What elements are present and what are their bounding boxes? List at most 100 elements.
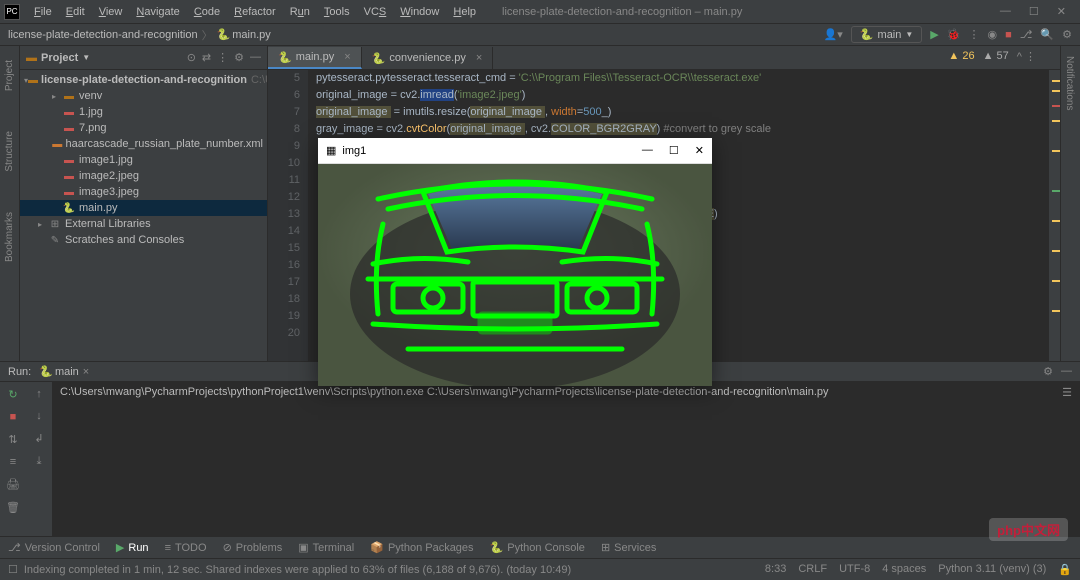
app-logo: PC	[4, 4, 20, 20]
lock-icon[interactable]: 🔒	[1058, 563, 1072, 576]
tree-root[interactable]: ▾▬ license-plate-detection-and-recogniti…	[20, 72, 267, 88]
run-tool-window: Run: 🐍 main × ⚙ — ↻ ■ ⇅ ≡ 🖨 🗑 ↑ ↓ ↲ ⤓	[0, 361, 1080, 536]
expand-icon[interactable]: ⇄	[202, 51, 211, 64]
minimize-icon[interactable]: —	[1000, 5, 1011, 18]
window-title: license-plate-detection-and-recognition …	[502, 6, 742, 18]
breadcrumb-root[interactable]: license-plate-detection-and-recognition	[8, 29, 198, 41]
popup-maximize-icon[interactable]: ☐	[669, 144, 679, 157]
select-opened-icon[interactable]: ⊙	[187, 51, 196, 64]
cursor-position[interactable]: 8:33	[765, 563, 786, 576]
tree-item[interactable]: ▬7.png	[20, 120, 267, 136]
tab-problems[interactable]: ⊘Problems	[223, 541, 283, 554]
error-stripe[interactable]	[1048, 70, 1060, 361]
inspections-widget[interactable]: ▲ 26 ▲ 57 ^ ⋮	[948, 50, 1036, 63]
tree-item[interactable]: ▬haarcascade_russian_plate_number.xml	[20, 136, 267, 152]
menu-refactor[interactable]: Refactor	[228, 4, 282, 20]
interpreter[interactable]: Python 3.11 (venv) (3)	[938, 563, 1046, 576]
tab-run[interactable]: ▶Run	[116, 541, 149, 554]
structure-tool-button[interactable]: Structure	[4, 131, 15, 172]
trash-icon[interactable]: 🗑	[6, 501, 20, 514]
filter-icon[interactable]: ≡	[10, 456, 16, 468]
search-icon[interactable]: 🔍	[1040, 28, 1054, 41]
breadcrumb-file[interactable]: main.py	[232, 29, 271, 41]
run-config-selector[interactable]: 🐍 main ▼	[851, 26, 922, 43]
titlebar: PC File Edit View Navigate Code Refactor…	[0, 0, 1080, 24]
menu-code[interactable]: Code	[188, 4, 226, 20]
tab-python-console[interactable]: 🐍Python Console	[490, 541, 585, 554]
menu-file[interactable]: File	[28, 4, 58, 20]
run-hide-icon[interactable]: —	[1061, 365, 1072, 378]
tab-version-control[interactable]: ⎇Version Control	[8, 541, 100, 554]
menu-navigate[interactable]: Navigate	[130, 4, 185, 20]
popup-minimize-icon[interactable]: —	[642, 144, 653, 157]
encoding[interactable]: UTF-8	[839, 563, 870, 576]
menu-help[interactable]: Help	[447, 4, 482, 20]
popup-titlebar[interactable]: ▦ img1 — ☐ ✕	[318, 138, 712, 164]
indent[interactable]: 4 spaces	[882, 563, 926, 576]
settings-icon[interactable]: ⚙	[1062, 28, 1072, 41]
tab-todo[interactable]: ≡TODO	[165, 542, 207, 554]
status-icon[interactable]: ☐	[8, 563, 18, 576]
close-icon[interactable]: ✕	[1057, 5, 1066, 18]
layout-icon[interactable]: ⇅	[8, 433, 17, 446]
gear-icon[interactable]: ⚙	[234, 51, 244, 64]
run-label: Run:	[8, 366, 31, 378]
menu-vcs[interactable]: VCS	[358, 4, 393, 20]
down-icon[interactable]: ↓	[36, 410, 42, 422]
menu-tools[interactable]: Tools	[318, 4, 356, 20]
notifications-tool-button[interactable]: Notifications	[1064, 56, 1075, 110]
tab-python-packages[interactable]: 📦Python Packages	[370, 541, 473, 554]
tree-item[interactable]: ▬image3.jpeg	[20, 184, 267, 200]
editor-tabs: 🐍main.py× 🐍convenience.py×	[268, 46, 1060, 70]
tab-terminal[interactable]: ▣Terminal	[298, 541, 354, 554]
console-output[interactable]: C:\Users\mwang\PycharmProjects\pythonPro…	[52, 382, 1080, 536]
line-separator[interactable]: CRLF	[798, 563, 827, 576]
tree-item[interactable]: 🐍main.py	[20, 200, 267, 216]
tree-item[interactable]: ✎Scratches and Consoles	[20, 232, 267, 248]
navigation-bar: license-plate-detection-and-recognition …	[0, 24, 1080, 46]
git-icon[interactable]: ⎇	[1020, 28, 1033, 41]
run-settings-icon[interactable]: ⚙	[1043, 365, 1053, 378]
popup-close-icon[interactable]: ✕	[695, 144, 704, 157]
bookmarks-tool-button[interactable]: Bookmarks	[4, 212, 15, 262]
stop-icon[interactable]: ■	[10, 411, 17, 423]
tree-item[interactable]: ▸▬venv	[20, 88, 267, 104]
tree-item[interactable]: ▬image2.jpeg	[20, 168, 267, 184]
debug-button[interactable]: 🐞	[947, 28, 961, 41]
up-icon[interactable]: ↑	[36, 388, 42, 400]
scroll-icon[interactable]: ⤓	[37, 455, 42, 468]
maximize-icon[interactable]: ☐	[1029, 5, 1039, 18]
tab-main-py[interactable]: 🐍main.py×	[268, 47, 362, 69]
coverage-icon[interactable]: ⋮	[968, 28, 979, 41]
project-tool-button[interactable]: Project	[4, 60, 15, 91]
menu-run[interactable]: Run	[284, 4, 316, 20]
tree-item[interactable]: ▸⊞External Libraries	[20, 216, 267, 232]
export-icon[interactable]: 🖨	[6, 478, 20, 491]
image-preview-window[interactable]: ▦ img1 — ☐ ✕	[318, 138, 712, 386]
menu-window[interactable]: Window	[394, 4, 445, 20]
bottom-tool-tabs: ⎇Version Control ▶Run ≡TODO ⊘Problems ▣T…	[0, 536, 1080, 558]
python-icon: 🐍	[217, 28, 231, 41]
tab-convenience-py[interactable]: 🐍convenience.py×	[362, 47, 494, 69]
wrap-icon[interactable]: ↲	[34, 432, 43, 445]
watermark: php中文网	[989, 518, 1068, 541]
rerun-icon[interactable]: ↻	[8, 388, 17, 401]
run-config-name[interactable]: main	[55, 366, 79, 378]
stop-button[interactable]: ■	[1005, 29, 1012, 41]
popup-image	[318, 164, 712, 386]
tree-item[interactable]: ▬image1.jpg	[20, 152, 267, 168]
run-button[interactable]: ▶	[930, 28, 938, 41]
menu-edit[interactable]: Edit	[60, 4, 91, 20]
collapse-icon[interactable]: ⋮	[217, 51, 228, 64]
tree-item[interactable]: ▬1.jpg	[20, 104, 267, 120]
right-tool-stripe: Notifications	[1060, 46, 1080, 361]
run-toolbar: ↻ ■ ⇅ ≡ 🖨 🗑 ↑ ↓ ↲ ⤓	[0, 382, 52, 536]
menu-view[interactable]: View	[93, 4, 129, 20]
user-icon[interactable]: 👤▾	[824, 28, 843, 41]
popup-title: img1	[342, 145, 366, 157]
profile-icon[interactable]: ◉	[987, 28, 997, 41]
hide-icon[interactable]: —	[250, 51, 261, 64]
project-panel: ▬ Project ▼ ⊙ ⇄ ⋮ ⚙ — ▾▬ license-plate-d…	[20, 46, 268, 361]
soft-wrap-icon[interactable]: ☰	[1062, 386, 1072, 399]
tab-services[interactable]: ⊞Services	[601, 541, 656, 554]
